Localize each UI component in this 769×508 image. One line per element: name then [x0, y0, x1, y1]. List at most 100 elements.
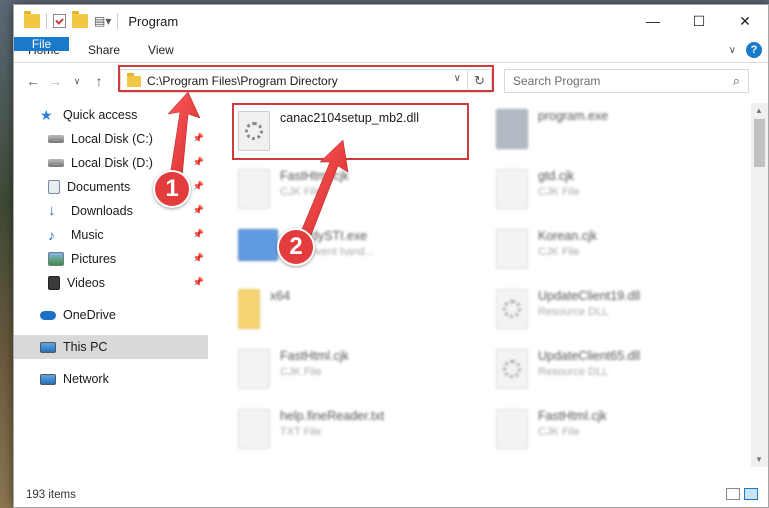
- search-placeholder: Search Program: [513, 74, 601, 88]
- pin-icon[interactable]: 📌: [193, 253, 204, 264]
- address-bar[interactable]: C:\Program Files\Program Directory ∨ ↻: [120, 69, 492, 93]
- sidebar-item-local-disk-c[interactable]: Local Disk (C:) 📌: [14, 127, 208, 151]
- file-type: Resource DLL: [538, 306, 609, 318]
- file-icon: [238, 169, 270, 209]
- help-icon[interactable]: ?: [746, 42, 762, 58]
- file-name: help.fineReader.txt: [280, 409, 385, 423]
- sidebar-item-network[interactable]: Network: [14, 367, 208, 391]
- sidebar-item-label: Documents: [67, 180, 131, 194]
- folder-icon: [24, 11, 40, 28]
- large-icons-view-icon[interactable]: [744, 488, 758, 500]
- search-icon[interactable]: ⌕: [733, 73, 740, 89]
- star-icon: ★: [40, 107, 53, 123]
- close-icon[interactable]: ✕: [722, 5, 768, 37]
- address-path[interactable]: C:\Program Files\Program Directory: [147, 74, 338, 88]
- scroll-down-arrow-icon[interactable]: ▼: [755, 455, 763, 464]
- minimize-icon[interactable]: —: [630, 5, 676, 37]
- chevron-down-icon[interactable]: ∨: [454, 73, 461, 84]
- forward-arrow-icon[interactable]: →: [44, 70, 66, 92]
- search-input[interactable]: Search Program ⌕: [504, 69, 749, 93]
- divider: [117, 13, 119, 29]
- scroll-up-arrow-icon[interactable]: ▲: [755, 106, 763, 115]
- scrollbar-thumb[interactable]: [754, 119, 765, 167]
- up-arrow-icon[interactable]: ↑: [88, 70, 110, 92]
- folder-icon: [127, 72, 141, 87]
- back-arrow-icon[interactable]: ←: [22, 70, 44, 92]
- sidebar-item-pictures[interactable]: Pictures 📌: [14, 247, 208, 271]
- file-item[interactable]: help.fineReader.txt TXT File: [238, 409, 384, 449]
- drive-icon: [48, 135, 64, 143]
- pin-icon[interactable]: 📌: [193, 181, 204, 192]
- sidebar-item-videos[interactable]: Videos 📌: [14, 271, 208, 295]
- file-item[interactable]: FastHtml.cjk CJK File: [238, 169, 349, 209]
- sidebar-item-onedrive[interactable]: OneDrive: [14, 303, 208, 327]
- file-item[interactable]: gtd.cjk CJK File: [496, 169, 580, 209]
- sidebar-item-label: Quick access: [63, 108, 138, 122]
- pin-icon[interactable]: 📌: [193, 277, 204, 288]
- new-folder-icon[interactable]: [72, 11, 88, 28]
- exe-icon: [496, 109, 528, 149]
- file-type: CJK File: [280, 186, 322, 198]
- pin-icon[interactable]: 📌: [193, 205, 204, 216]
- sidebar-item-quick-access[interactable]: ★ Quick access: [14, 103, 208, 127]
- properties-icon[interactable]: [53, 14, 66, 28]
- chevron-down-icon[interactable]: ∨: [729, 45, 736, 56]
- refresh-icon[interactable]: ↻: [467, 70, 491, 92]
- tab-view[interactable]: View: [134, 37, 188, 62]
- sidebar-item-label: Videos: [67, 276, 105, 290]
- sidebar-item-label: Music: [71, 228, 104, 242]
- pin-icon[interactable]: 📌: [193, 229, 204, 240]
- customize-toolbar-icon[interactable]: ▤▾: [94, 14, 111, 28]
- cloud-icon: [40, 310, 56, 320]
- ribbon-right-controls: ∨ ?: [729, 42, 762, 58]
- exe-icon: [238, 229, 278, 261]
- file-name: UpdateClient19.dll: [538, 289, 641, 303]
- pictures-icon: [48, 252, 64, 266]
- file-type: Resource DLL: [538, 366, 609, 378]
- file-name: UpdateClient65.dll: [538, 349, 641, 363]
- sidebar-item-this-pc[interactable]: This PC: [14, 335, 208, 359]
- recent-locations-chevron-icon[interactable]: ∨: [66, 70, 88, 92]
- file-icon: [238, 349, 270, 389]
- sidebar-item-label: Local Disk (D:): [71, 156, 153, 170]
- file-type: CJK File: [280, 366, 322, 378]
- vertical-scrollbar[interactable]: ▲ ▼: [751, 103, 768, 467]
- quick-access-toolbar: ▤▾: [24, 11, 119, 29]
- details-view-icon[interactable]: [726, 488, 740, 500]
- folder-icon: [238, 289, 260, 329]
- pin-icon[interactable]: 📌: [193, 133, 204, 144]
- navigation-pane: ★ Quick access Local Disk (C:) 📌 Local D…: [14, 103, 208, 467]
- sidebar-item-label: This PC: [63, 340, 108, 354]
- maximize-icon[interactable]: ☐: [676, 5, 722, 37]
- file-icon: [496, 169, 528, 209]
- sidebar-item-label: Downloads: [71, 204, 133, 218]
- file-type: CJK File: [538, 246, 580, 258]
- tab-file[interactable]: File: [14, 37, 69, 51]
- file-item[interactable]: Korean.cjk CJK File: [496, 229, 597, 269]
- sidebar-item-music[interactable]: ♪ Music 📌: [14, 223, 208, 247]
- file-item[interactable]: FastHtml.cjk CJK File: [238, 349, 349, 389]
- file-item[interactable]: x64: [238, 289, 290, 329]
- file-icon: [496, 229, 528, 269]
- sidebar-item-label: Local Disk (C:): [71, 132, 153, 146]
- step-1-badge: 1: [153, 170, 191, 208]
- download-icon: ↓: [48, 202, 56, 219]
- file-type: CJK File: [538, 186, 580, 198]
- file-item-highlighted-dll[interactable]: canac2104setup_mb2.dll: [238, 111, 419, 151]
- file-icon: [496, 409, 528, 449]
- tab-share[interactable]: Share: [74, 37, 134, 62]
- file-type: TXT File: [280, 426, 322, 438]
- item-count: 193 items: [26, 489, 76, 501]
- title-bar: ▤▾ Program — ☐ ✕: [14, 5, 768, 37]
- file-item[interactable]: UpdateClient65.dll Resource DLL: [496, 349, 640, 389]
- network-icon: [40, 373, 56, 385]
- file-item[interactable]: program.exe: [496, 109, 608, 149]
- file-explorer-window: ▤▾ Program — ☐ ✕ File Home Share View ∨ …: [13, 4, 769, 508]
- file-item[interactable]: FastHtml.cjk CJK File: [496, 409, 607, 449]
- file-name: FastHtml.cjk: [538, 409, 607, 423]
- file-name: FastHtml.cjk: [280, 169, 349, 183]
- pin-icon[interactable]: 📌: [193, 157, 204, 168]
- navigation-bar: ← → ∨ ↑ C:\Program Files\Program Directo…: [14, 63, 768, 99]
- file-item[interactable]: UpdateClient19.dll Resource DLL: [496, 289, 640, 329]
- dll-file-icon: [496, 289, 528, 329]
